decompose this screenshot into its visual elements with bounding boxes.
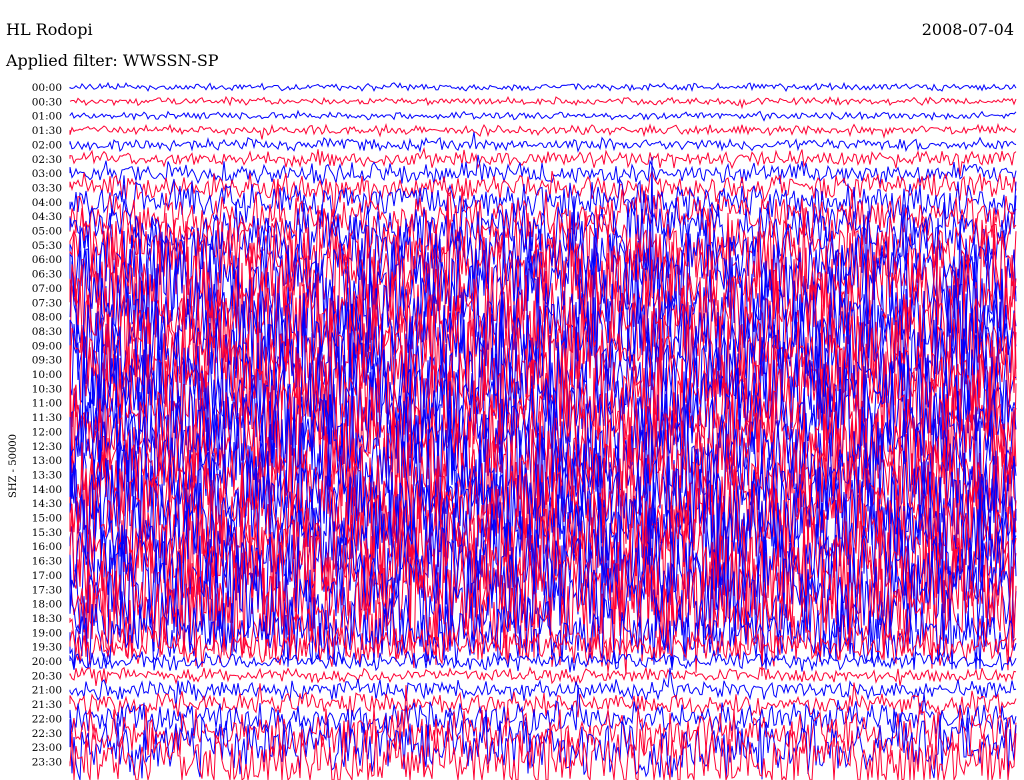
time-tick-label: 15:00 — [32, 513, 62, 525]
time-tick-label: 04:30 — [32, 211, 62, 223]
time-tick-label: 16:00 — [32, 541, 62, 553]
time-tick-label: 05:30 — [32, 240, 62, 252]
time-tick-label: 04:00 — [32, 197, 62, 209]
time-tick-label: 00:30 — [32, 96, 62, 108]
time-tick-label: 14:00 — [32, 484, 62, 496]
time-tick-label: 19:00 — [32, 627, 62, 639]
time-tick-label: 01:30 — [32, 125, 62, 137]
trace-row-2030 — [69, 666, 1017, 686]
time-tick-label: 02:00 — [32, 139, 62, 151]
seismic-traces — [69, 81, 1017, 780]
time-tick-label: 11:30 — [32, 412, 62, 424]
time-tick-label: 11:00 — [32, 398, 62, 410]
time-tick-label: 09:00 — [32, 340, 62, 352]
time-tick-label: 07:30 — [32, 297, 62, 309]
time-tick-label: 12:30 — [32, 441, 62, 453]
time-tick-label: 06:00 — [32, 254, 62, 266]
time-tick-label: 14:30 — [32, 498, 62, 510]
time-tick-label: 13:30 — [32, 469, 62, 481]
trace-row-0200 — [69, 131, 1017, 153]
time-tick-label: 22:00 — [32, 713, 62, 725]
time-tick-label: 09:30 — [32, 355, 62, 367]
time-tick-label: 17:00 — [32, 570, 62, 582]
time-tick-label: 21:30 — [32, 699, 62, 711]
time-tick-label: 02:30 — [32, 154, 62, 166]
time-tick-label: 18:30 — [32, 613, 62, 625]
time-tick-label: 01:00 — [32, 111, 62, 123]
time-tick-label: 08:00 — [32, 312, 62, 324]
time-tick-label: 23:00 — [32, 742, 62, 754]
time-tick-label: 21:00 — [32, 685, 62, 697]
time-tick-label: 10:00 — [32, 369, 62, 381]
time-tick-label: 06:30 — [32, 269, 62, 281]
time-tick-label: 23:30 — [32, 756, 62, 768]
time-tick-label: 07:00 — [32, 283, 62, 295]
time-tick-label: 18:00 — [32, 599, 62, 611]
trace-row-0130 — [69, 122, 1017, 140]
time-tick-label: 03:00 — [32, 168, 62, 180]
trace-row-0400 — [69, 175, 1017, 235]
time-tick-label: 17:30 — [32, 584, 62, 596]
time-tick-label: 15:30 — [32, 527, 62, 539]
time-tick-label: 10:30 — [32, 383, 62, 395]
time-tick-label: 20:30 — [32, 670, 62, 682]
time-tick-label: 19:30 — [32, 642, 62, 654]
time-axis-labels: 00:00 00:30 01:00 01:30 02:00 02:30 03:00 03:30… — [32, 82, 62, 768]
y-axis-label: SHZ - 50000 — [8, 434, 19, 498]
trace-row-0000 — [69, 81, 1017, 93]
time-tick-label: 20:00 — [32, 656, 62, 668]
time-tick-label: 22:30 — [32, 728, 62, 740]
time-tick-label: 08:30 — [32, 326, 62, 338]
time-tick-label: 00:00 — [32, 82, 62, 94]
trace-row-0100 — [69, 109, 1017, 122]
time-tick-label: 05:00 — [32, 226, 62, 238]
helicorder-chart: 00:00 00:30 01:00 01:30 02:00 02:30 03:00 03:30… — [8, 81, 1017, 780]
time-tick-label: 13:00 — [32, 455, 62, 467]
time-tick-label: 16:30 — [32, 556, 62, 568]
trace-row-0030 — [69, 95, 1017, 110]
time-tick-label: 03:30 — [32, 182, 62, 194]
trace-row-1930 — [69, 624, 1017, 668]
time-tick-label: 12:00 — [32, 426, 62, 438]
